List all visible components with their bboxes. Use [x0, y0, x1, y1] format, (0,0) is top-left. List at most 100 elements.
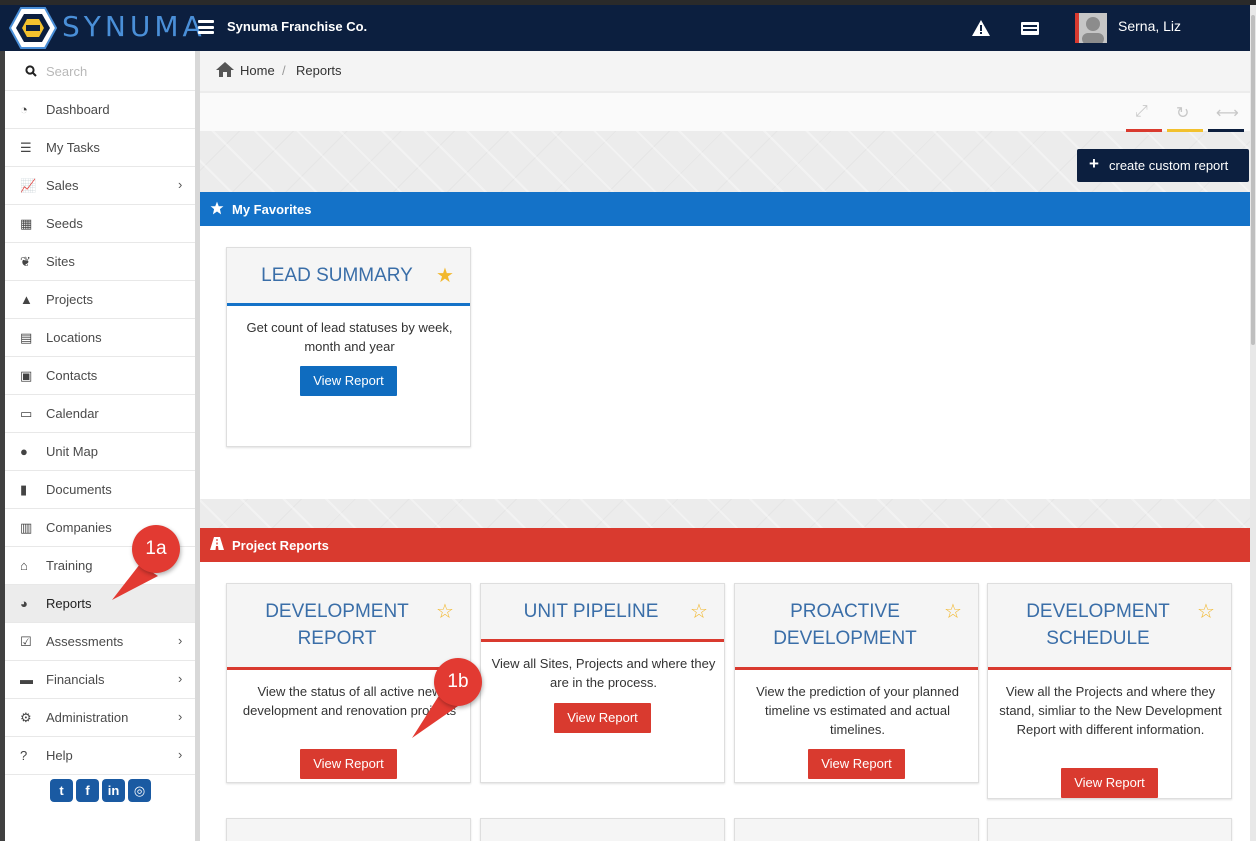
scrollbar-thumb[interactable] — [1251, 15, 1255, 345]
sidebar-item-contacts[interactable]: ▣ Contacts — [5, 357, 195, 395]
document-icon: ▮ — [20, 482, 28, 497]
sidebar-item-financials[interactable]: ▬ Financials › — [5, 661, 195, 699]
linkedin-icon[interactable]: in — [102, 779, 125, 802]
id-card-icon[interactable] — [1021, 22, 1039, 35]
chevron-right-icon[interactable]: › — [178, 747, 182, 762]
report-card-partial — [734, 818, 979, 841]
sidebar-item-documents[interactable]: ▮ Documents — [5, 471, 195, 509]
callout-1b: 1b — [434, 658, 482, 706]
card-header: DEVELOPMENT SCHEDULE ☆ — [988, 584, 1231, 670]
sidebar-item-label: Seeds — [46, 216, 83, 231]
money-icon: ▬ — [20, 672, 33, 687]
tasks-icon: ☰ — [20, 140, 32, 155]
card-title: DEVELOPMENT SCHEDULE — [1026, 601, 1170, 649]
search-icon — [25, 65, 37, 77]
chevron-right-icon[interactable]: › — [178, 709, 182, 724]
star-outline-icon[interactable]: ☆ — [1197, 599, 1215, 624]
sidebar-item-help[interactable]: ? Help › — [5, 737, 195, 775]
chart-icon: 📈 — [20, 178, 37, 193]
plus-icon: + — [1089, 154, 1099, 173]
question-icon: ? — [20, 748, 28, 763]
card-title: PROACTIVE DEVELOPMENT — [773, 601, 917, 649]
user-avatar[interactable] — [1075, 13, 1107, 43]
star-outline-icon[interactable]: ☆ — [944, 599, 962, 624]
sidebar-item-unit-map[interactable]: ● Unit Map — [5, 433, 195, 471]
create-custom-report-label: create custom report — [1109, 158, 1229, 173]
home-icon[interactable] — [216, 62, 234, 77]
instagram-icon[interactable]: ◎ — [128, 779, 151, 802]
sidebar-item-label: Dashboard — [46, 102, 110, 117]
calendar-icon: ▭ — [20, 406, 33, 421]
breadcrumb-home[interactable]: Home — [240, 63, 275, 78]
report-card-partial — [480, 818, 725, 841]
building-icon: ▤ — [20, 330, 33, 345]
star-filled-icon[interactable]: ★ — [436, 263, 454, 288]
breadcrumb-separator: / — [282, 63, 286, 78]
search-input[interactable]: Search — [46, 64, 87, 79]
page-scrollbar[interactable] — [1250, 5, 1256, 841]
hamburger-menu-icon[interactable] — [198, 20, 214, 34]
sidebar-item-label: Contacts — [46, 368, 98, 383]
create-custom-report-button[interactable]: + create custom report — [1077, 149, 1249, 182]
view-report-button[interactable]: View Report — [554, 703, 651, 733]
report-card: DEVELOPMENT SCHEDULE ☆ View all the Projec… — [987, 583, 1232, 799]
view-report-button[interactable]: View Report — [1061, 768, 1158, 798]
report-card: UNIT PIPELINE ☆ View all Sites, Projects a… — [480, 583, 725, 783]
graduation-icon: ⌂ — [20, 558, 28, 573]
sidebar-item-label: Companies — [46, 520, 112, 535]
top-header: SYNUMA Synuma Franchise Co. Serna, Liz — [0, 5, 1250, 51]
sidebar-item-seeds[interactable]: ▦ Seeds — [5, 205, 195, 243]
card-title: DEVELOPMENT REPORT — [265, 601, 409, 649]
card-header: LEAD SUMMARY ★ — [227, 248, 470, 306]
sidebar-item-my-tasks[interactable]: ☰ My Tasks — [5, 129, 195, 167]
report-card-partial — [987, 818, 1232, 841]
fullscreen-icon[interactable]: ⤢ — [1135, 103, 1148, 121]
sidebar-item-assessments[interactable]: ☑ Assessments › — [5, 623, 195, 661]
favorites-title: My Favorites — [232, 202, 312, 217]
sidebar-item-sales[interactable]: 📈 Sales › — [5, 167, 195, 205]
view-report-button[interactable]: View Report — [300, 366, 397, 396]
chevron-right-icon[interactable]: › — [178, 177, 182, 192]
card-title: LEAD SUMMARY — [261, 265, 413, 286]
sidebar-item-administration[interactable]: ⚙ Administration › — [5, 699, 195, 737]
sidebar-item-label: Sales — [46, 178, 79, 193]
callout-1a: 1a — [132, 525, 180, 573]
sidebar-item-label: Reports — [46, 596, 92, 611]
twitter-icon[interactable]: t — [50, 779, 73, 802]
sidebar-item-projects[interactable]: ▲ Projects — [5, 281, 195, 319]
chevron-right-icon[interactable]: › — [178, 633, 182, 648]
star-outline-icon[interactable]: ☆ — [690, 599, 708, 624]
road-icon: ▲ — [20, 292, 33, 307]
panel-toolbar: ⤢ ↻ ⟷ — [200, 93, 1250, 132]
facebook-icon[interactable]: f — [76, 779, 99, 802]
sidebar-item-locations[interactable]: ▤ Locations — [5, 319, 195, 357]
star-outline-icon[interactable]: ☆ — [436, 599, 454, 624]
sidebar-item-label: Locations — [46, 330, 102, 345]
refresh-icon[interactable]: ↻ — [1176, 103, 1189, 123]
dashboard-icon: ◔ — [20, 102, 28, 117]
sidebar-item-label: Calendar — [46, 406, 99, 421]
sidebar-item-calendar[interactable]: ▭ Calendar — [5, 395, 195, 433]
synuma-logo-icon[interactable] — [9, 6, 57, 50]
navy-indicator-bar — [1208, 129, 1244, 132]
warning-icon[interactable] — [972, 20, 990, 36]
logo-wordmark: SYNUMA — [62, 10, 206, 43]
card-description: View all the Projects and where they sta… — [999, 684, 1222, 737]
favorites-panel: My Favorites LEAD SUMMARY ★ Get count of l… — [200, 192, 1250, 499]
sidebar-menu: ◔ Dashboard ☰ My Tasks 📈 Sales › ▦ Seeds ❦ Sites ▲ P… — [5, 91, 200, 775]
chevron-right-icon[interactable]: › — [178, 671, 182, 686]
sidebar-item-dashboard[interactable]: ◔ Dashboard — [5, 91, 195, 129]
sidebar-item-label: Financials — [46, 672, 105, 687]
view-report-button[interactable]: View Report — [300, 749, 397, 779]
expand-horizontal-icon[interactable]: ⟷ — [1216, 103, 1239, 123]
user-name[interactable]: Serna, Liz — [1118, 18, 1181, 34]
cogs-icon: ⚙ — [20, 710, 32, 725]
sidebar-item-sites[interactable]: ❦ Sites — [5, 243, 195, 281]
card-header: DEVELOPMENT REPORT ☆ — [227, 584, 470, 670]
company-icon: ▥ — [20, 520, 33, 535]
view-report-button[interactable]: View Report — [808, 749, 905, 779]
sidebar-item-label: Administration — [46, 710, 129, 725]
project-reports-panel: Project Reports DEVELOPMENT REPORT ☆ View … — [200, 528, 1250, 841]
sidebar-search[interactable]: Search — [5, 51, 200, 91]
card-title: UNIT PIPELINE — [523, 601, 659, 622]
